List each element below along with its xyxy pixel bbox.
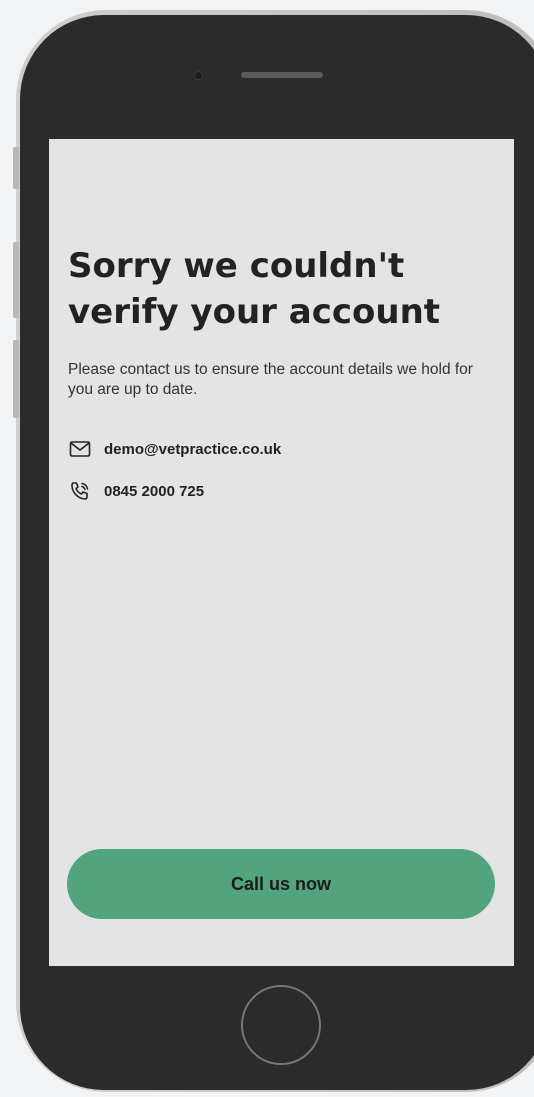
page-title: Sorry we couldn't verify your account xyxy=(68,246,441,332)
phone-call-icon xyxy=(68,479,92,503)
speaker-grill xyxy=(241,72,323,78)
envelope-icon xyxy=(68,437,92,461)
home-button[interactable] xyxy=(241,985,321,1065)
phone-screen: Sorry we couldn't verify your account Pl… xyxy=(49,139,514,966)
call-us-now-button[interactable]: Call us now xyxy=(67,849,495,919)
email-contact[interactable]: demo@vetpractice.co.uk xyxy=(68,437,281,461)
volume-up-button xyxy=(13,242,19,318)
page: Sorry we couldn't verify your account Pl… xyxy=(0,0,534,1097)
email-address[interactable]: demo@vetpractice.co.uk xyxy=(104,441,281,458)
phone-number[interactable]: 0845 2000 725 xyxy=(104,483,204,500)
front-camera xyxy=(194,71,203,80)
volume-down-button xyxy=(13,340,19,418)
info-message: Please contact us to ensure the account … xyxy=(68,361,473,398)
mute-switch xyxy=(13,147,19,189)
phone-contact[interactable]: 0845 2000 725 xyxy=(68,479,204,503)
